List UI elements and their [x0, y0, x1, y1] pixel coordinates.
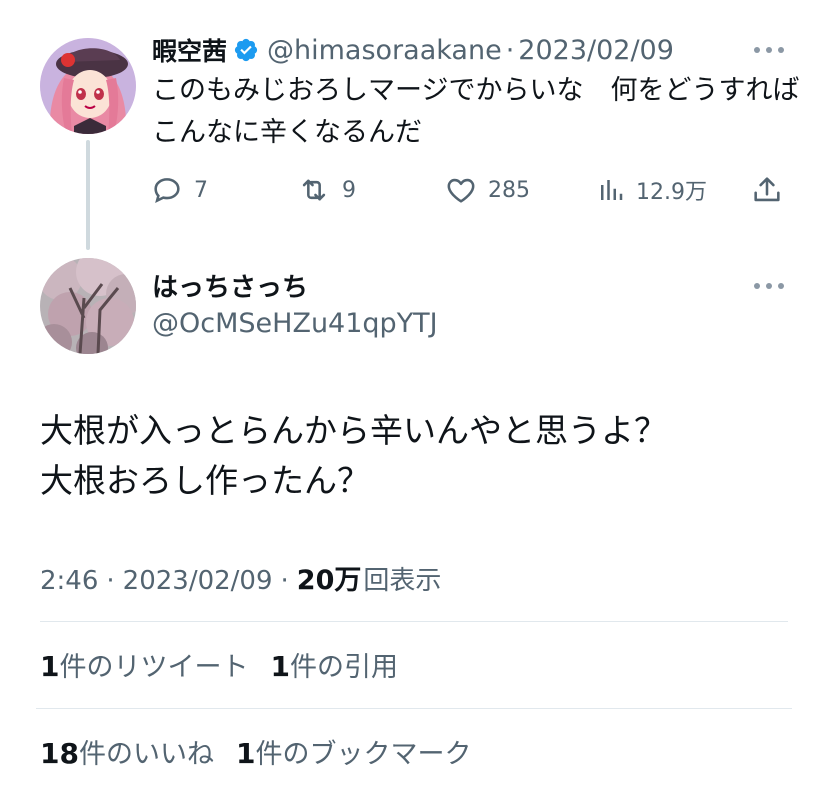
heart-icon — [447, 178, 475, 203]
retweet-icon — [302, 179, 326, 201]
parent-action-bar: 7 9 285 12.9万 — [150, 170, 790, 210]
retweet-count: 9 — [342, 177, 356, 203]
reply-views-count: 20万 — [296, 565, 362, 596]
quotes-stat[interactable]: 1件の引用 — [270, 645, 397, 684]
like-count: 285 — [488, 177, 530, 203]
retweets-stat-count: 1 — [40, 650, 60, 683]
reply-views-label: 回表示 — [363, 566, 442, 596]
parent-display-name[interactable]: 暇空茜 — [152, 32, 227, 68]
retweets-stat-label: 件のリツイート — [59, 652, 249, 683]
verified-badge-icon — [234, 38, 258, 62]
parent-tweet-text: このもみじおろしマージでからいな 何をどうすればこんなに辛くなるんだ — [152, 75, 800, 148]
retweets-stat[interactable]: 1件のリツイート — [40, 645, 248, 684]
reply-button[interactable]: 7 — [150, 170, 208, 210]
reply-text-line-1: 大根が入っとらんから辛いんやと思うよ？ — [40, 411, 667, 450]
analytics-icon — [601, 180, 623, 200]
separator-dot: · — [106, 566, 115, 596]
quotes-stat-count: 1 — [270, 650, 290, 683]
separator-dot: · — [280, 566, 289, 596]
share-icon — [754, 177, 780, 202]
parent-avatar[interactable] — [40, 38, 136, 134]
reply-icon — [154, 178, 180, 203]
likes-stat[interactable]: 18件のいいね — [40, 732, 214, 771]
likes-stat-label: 件のいいね — [78, 739, 214, 770]
views-button[interactable]: 12.9万 — [596, 170, 707, 210]
reply-count: 7 — [194, 177, 208, 203]
reply-handle[interactable]: @OcMSeHZu41qpYTJ — [152, 308, 438, 339]
parent-date[interactable]: 2023/02/09 — [518, 35, 674, 66]
reply-text-line-2: 大根おろし作ったん？ — [40, 461, 370, 500]
like-button[interactable]: 285 — [444, 170, 530, 210]
reply-date[interactable]: 2023/02/09 — [123, 566, 273, 596]
reply-avatar[interactable] — [40, 258, 136, 354]
bookmarks-stat-label: 件のブックマーク — [255, 739, 472, 770]
reply-more-icon[interactable] — [754, 282, 784, 290]
reply-tweet-text: 大根が入っとらんから辛いんやと思うよ？ 大根おろし作ったん？ — [40, 406, 800, 506]
retweet-button[interactable]: 9 — [296, 170, 356, 210]
reply-time[interactable]: 2:46 — [40, 566, 98, 596]
thread-connector-line — [86, 140, 90, 250]
views-count: 12.9万 — [636, 180, 707, 205]
divider — [40, 621, 788, 622]
likes-stat-count: 18 — [40, 737, 79, 770]
parent-more-icon[interactable] — [754, 46, 784, 54]
bookmarks-stat[interactable]: 1件のブックマーク — [236, 732, 471, 771]
parent-header: 暇空茜 @himasoraakane · 2023/02/09 — [152, 30, 674, 70]
quotes-stat-label: 件の引用 — [289, 652, 398, 683]
like-bookmark-stats: 18件のいいね 1件のブックマーク — [40, 732, 471, 771]
reply-meta: 2:46 · 2023/02/09 · 20万 回表示 — [40, 558, 441, 597]
parent-handle[interactable]: @himasoraakane — [267, 35, 502, 66]
retweet-quote-stats: 1件のリツイート 1件の引用 — [40, 645, 398, 684]
divider — [36, 708, 792, 709]
bookmarks-stat-count: 1 — [235, 737, 256, 770]
separator-dot: · — [505, 34, 515, 66]
anime-girl-avatar-icon — [40, 38, 136, 134]
share-button[interactable] — [750, 170, 784, 210]
reply-display-name[interactable]: はっちさっち — [152, 267, 308, 304]
cherry-blossom-avatar-icon — [40, 258, 136, 354]
